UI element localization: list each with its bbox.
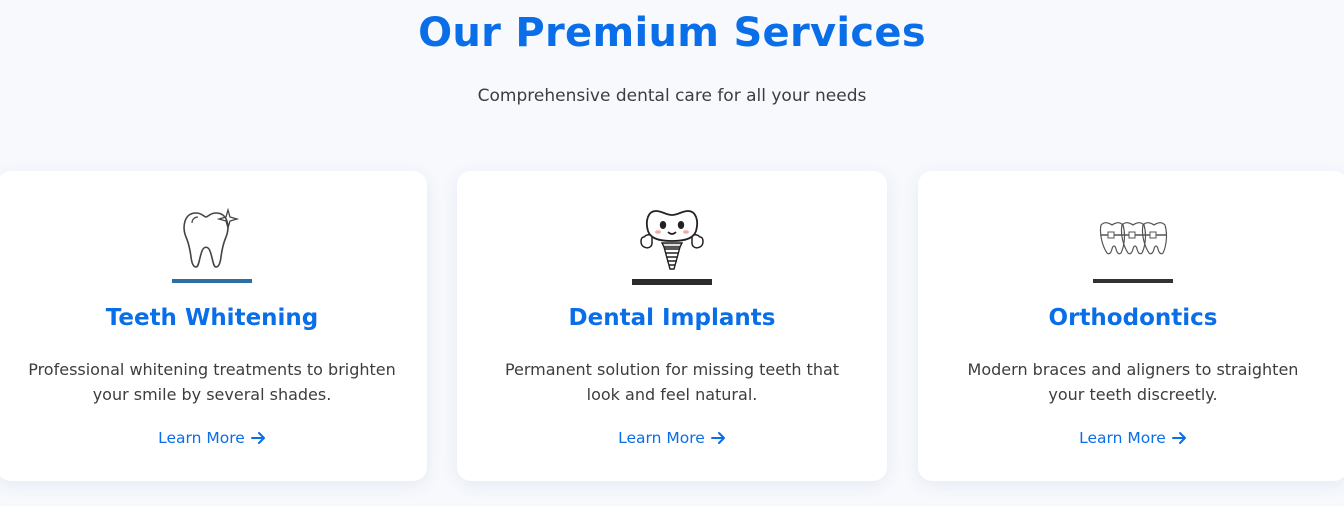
card-title: Dental Implants [568, 305, 776, 331]
card-description: Permanent solution for missing teeth tha… [504, 360, 840, 404]
learn-more-link[interactable]: Learn More [918, 429, 1344, 447]
service-card-orthodontics: Orthodontics Modern braces and aligners … [918, 171, 1344, 481]
tooth-sparkle-icon [170, 197, 254, 287]
section-subtitle: Comprehensive dental care for all your n… [477, 86, 867, 106]
learn-more-link[interactable]: Learn More [0, 429, 427, 447]
card-title: Orthodontics [1048, 305, 1218, 331]
teeth-braces-icon [1091, 197, 1175, 287]
learn-more-label: Learn More [1079, 429, 1166, 447]
arrow-right-icon [250, 431, 266, 445]
arrow-right-icon [710, 431, 726, 445]
service-card-dental-implants: Dental Implants Permanent solution for m… [457, 171, 887, 481]
card-title: Teeth Whitening [105, 305, 319, 331]
arrow-right-icon [1171, 431, 1187, 445]
service-card-teeth-whitening: Teeth Whitening Professional whitening t… [0, 171, 427, 481]
learn-more-link[interactable]: Learn More [457, 429, 887, 447]
tooth-implant-mascot-icon [630, 197, 714, 287]
learn-more-label: Learn More [618, 429, 705, 447]
card-description: Modern braces and aligners to straighten… [967, 360, 1299, 404]
section-title: Our Premium Services [418, 10, 926, 56]
card-description: Professional whitening treatments to bri… [28, 360, 396, 404]
learn-more-label: Learn More [158, 429, 245, 447]
